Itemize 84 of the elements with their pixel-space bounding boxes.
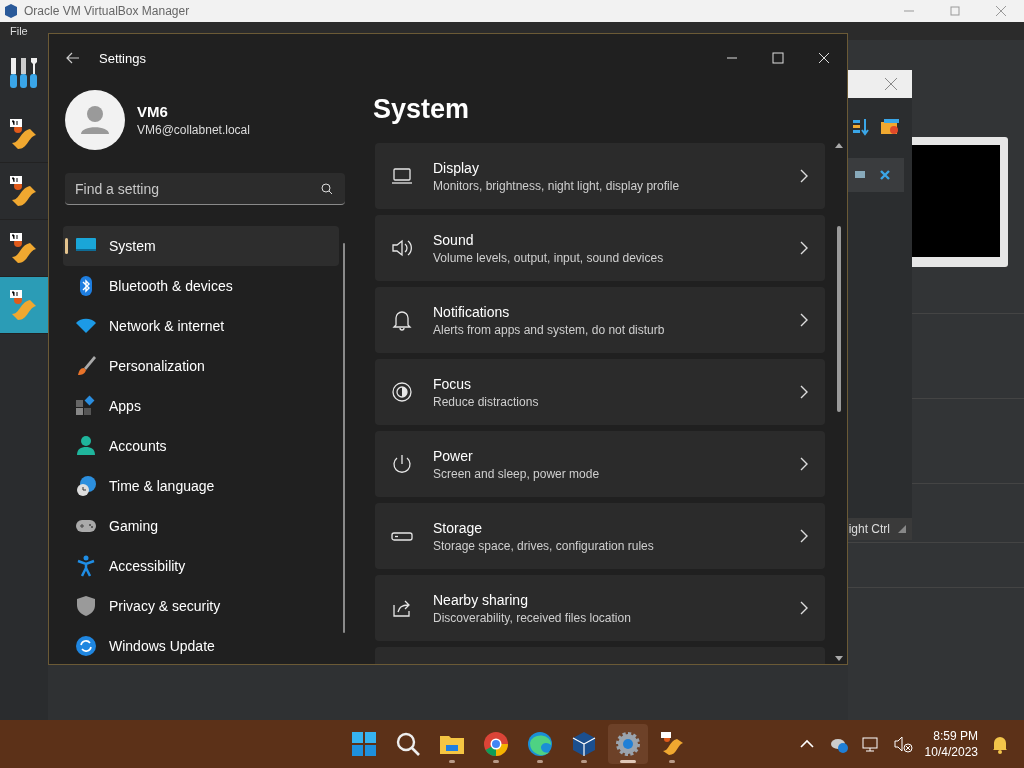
card-subtitle: Alerts from apps and system, do not disturb xyxy=(433,322,666,337)
edge-icon xyxy=(527,731,553,757)
nav-item[interactable]: Accessibility xyxy=(63,546,339,586)
card-subtitle: Reduce distractions xyxy=(433,394,540,409)
card-title: Power xyxy=(433,447,474,464)
accessibility-icon xyxy=(75,555,97,577)
card-subtitle: Volume levels, output, input, sound devices xyxy=(433,250,665,265)
power-icon xyxy=(391,453,413,475)
chevron-icon xyxy=(799,241,809,255)
user-name: VM6 xyxy=(137,103,169,120)
card-title: Notifications xyxy=(433,303,511,320)
clock[interactable]: 8:59 PM 10/4/2023 xyxy=(924,729,978,759)
chevron-icon xyxy=(799,385,809,399)
chrome-icon xyxy=(483,731,509,757)
vm-icon xyxy=(659,731,685,757)
settings-card[interactable]: Nearby sharing Discoverability, received files location xyxy=(375,575,825,641)
page-heading: System xyxy=(373,94,471,125)
nav-item[interactable]: System xyxy=(63,226,339,266)
window-title: Oracle VM VirtualBox Manager xyxy=(24,4,190,18)
card-title: Focus xyxy=(433,375,473,392)
nav-item[interactable]: Gaming xyxy=(63,506,339,546)
window-title: Settings xyxy=(99,50,146,66)
back-arrow-icon[interactable] xyxy=(66,52,80,64)
virtualbox-icon xyxy=(571,731,597,757)
chevron-icon xyxy=(799,313,809,327)
card-title: Sound xyxy=(433,231,475,248)
nav-item[interactable]: Windows Update xyxy=(63,626,339,666)
start-icon xyxy=(351,731,377,757)
card-title: Storage xyxy=(433,519,484,536)
settings-card[interactable]: Display Monitors, brightness, night light, display profile xyxy=(375,143,825,209)
date: 10/4/2023 xyxy=(924,745,978,759)
settings-card[interactable]: Sound Volume levels, output, input, sound devices xyxy=(375,215,825,281)
settings-card[interactable]: Notifications Alerts from apps and system, do not disturb xyxy=(375,287,825,353)
card-title: Nearby sharing xyxy=(433,591,529,608)
nav-item[interactable]: Personalization xyxy=(63,346,339,386)
cube-icon xyxy=(4,3,18,19)
time-icon xyxy=(75,475,97,497)
user-email: VM6@collabnet.local xyxy=(137,123,250,137)
sound-icon xyxy=(391,237,413,259)
taskbar-button[interactable] xyxy=(608,724,648,764)
search-field[interactable]: Find a setting xyxy=(65,173,345,205)
nav-item[interactable]: Time & language xyxy=(63,466,339,506)
folders-icon[interactable] xyxy=(880,118,900,136)
update-icon xyxy=(75,635,97,657)
host-key-label: ight Ctrl xyxy=(848,522,890,536)
chevron-icon xyxy=(799,601,809,615)
display-icon xyxy=(391,165,413,187)
monitor-icon[interactable] xyxy=(860,734,881,754)
sort-icon[interactable] xyxy=(852,118,870,136)
settings-icon xyxy=(615,731,641,757)
chevron-icon xyxy=(799,457,809,471)
nav-item[interactable]: Accounts xyxy=(63,426,339,466)
tools-icon[interactable] xyxy=(9,56,39,90)
chevron-icon xyxy=(799,529,809,543)
menu-item[interactable]: File xyxy=(10,25,28,37)
card-subtitle: Monitors, brightness, night light, display profile xyxy=(433,178,681,193)
privacy-icon xyxy=(75,595,97,617)
focus-icon xyxy=(391,381,413,403)
resize-grip-icon[interactable] xyxy=(896,523,908,535)
nav-item[interactable]: Apps xyxy=(63,386,339,426)
chevron-icon xyxy=(799,169,809,183)
card-subtitle: Screen and sleep, power mode xyxy=(433,466,601,481)
card-subtitle: Discoverability, received files location xyxy=(433,610,632,625)
accounts-icon xyxy=(75,435,97,457)
nav-item[interactable]: Bluetooth & devices xyxy=(63,266,339,306)
settings-card[interactable]: Storage Storage space, drives, configuration rules xyxy=(375,503,825,569)
scrollbar[interactable] xyxy=(835,142,843,662)
time: 8:59 PM xyxy=(933,729,978,743)
card-title: Display xyxy=(433,159,480,176)
nav-item[interactable]: Privacy & security xyxy=(63,586,339,626)
card-subtitle: Storage space, drives, configuration rules xyxy=(433,538,655,553)
display-icon[interactable] xyxy=(854,170,866,180)
scroll-down-icon[interactable] xyxy=(835,656,843,662)
settings-card[interactable]: Power Screen and sleep, power mode xyxy=(375,431,825,497)
muted-speaker-icon[interactable] xyxy=(892,734,913,754)
search-icon xyxy=(395,731,421,757)
apps-icon xyxy=(75,395,97,417)
notifications-icon xyxy=(391,309,413,331)
scroll-up-icon[interactable] xyxy=(835,142,843,148)
nav-item[interactable]: Network & internet xyxy=(63,306,339,346)
avatar[interactable] xyxy=(65,90,125,150)
brush-icon xyxy=(75,355,97,377)
settings-card[interactable]: Focus Reduce distractions xyxy=(375,359,825,425)
search-icon xyxy=(321,183,333,195)
